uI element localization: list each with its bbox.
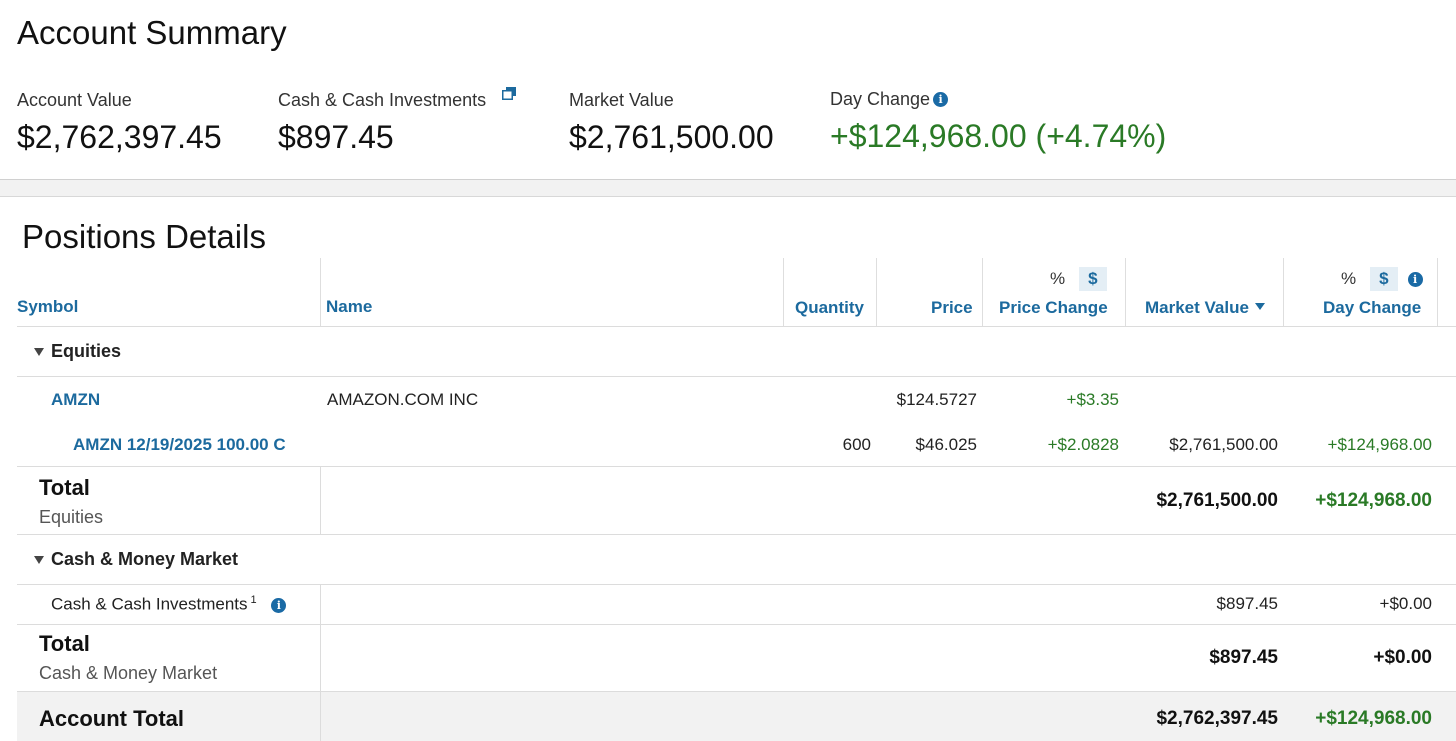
day-change-label: Day Change [830,89,931,109]
quantity-column-header[interactable]: Quantity [795,298,864,318]
column-separator [320,691,321,741]
sort-descending-icon [1254,303,1265,310]
column-separator [876,258,877,326]
info-icon[interactable]: i [1407,272,1423,287]
equities-total-market-value: $2,761,500.00 [1156,490,1278,511]
column-separator [982,258,983,326]
collapse-triangle-icon [34,347,44,356]
price-change-column-header[interactable]: Price Change [999,298,1108,318]
column-separator [320,584,321,624]
percent-toggle[interactable]: % [1050,269,1065,288]
account-value: $2,762,397.45 [17,119,222,155]
info-icon[interactable]: i [271,597,287,613]
column-separator [320,624,321,691]
cash-label: Cash & Cash Investments [278,90,487,110]
column-separator [783,258,784,326]
cash-group-label: Cash & Money Market [51,549,239,569]
account-total-label: Account Total [39,706,185,731]
quantity-cell: 600 [842,435,871,454]
percent-toggle[interactable]: % [1341,269,1356,288]
price-change-cell: +$2.0828 [1047,435,1119,454]
symbol-link-amzn[interactable]: AMZN [51,390,100,410]
equities-total-label: Total [39,475,90,500]
row-divider [17,466,1456,467]
row-divider [17,624,1456,625]
symbol-link-amzn-option[interactable]: AMZN 12/19/2025 100.00 C [73,435,286,455]
day-change-value: +$124,968.00 (+4.74%) [830,118,1167,154]
account-value-label: Account Value [17,90,132,110]
column-separator [320,466,321,534]
positions-details-title: Positions Details [22,218,266,255]
cash-total-label: Total [39,631,90,656]
market-value: $2,761,500.00 [569,119,774,155]
row-divider [17,691,1456,692]
day-change-metric: Day Change i +$124,968.00 (+4.74%) [830,89,1166,155]
price-change-toggle: % $ [1050,267,1107,291]
cash-investments-row-label: Cash & Cash Investments 1 i [51,594,287,615]
price-cell: $46.025 [915,435,977,454]
cash-group-toggle[interactable]: Cash & Money Market [34,549,238,570]
cash-day-change-cell: +$0.00 [1379,594,1432,613]
security-name: AMAZON.COM INC [327,390,479,409]
equities-total-sublabel: Equities [39,507,104,527]
footnote-marker: 1 [250,594,257,606]
section-divider [0,179,1456,197]
equities-group-toggle[interactable]: Equities [34,341,121,362]
day-change-label-row: Day Change i [830,89,1166,110]
symbol-column-header[interactable]: Symbol [17,297,78,317]
price-change-cell: +$3.35 [1066,390,1119,409]
cash-total-market-value: $897.45 [1209,647,1278,668]
cash-metric: Cash & Cash Investments $897.45 [278,87,517,156]
column-separator [320,258,321,326]
equities-group-label: Equities [51,341,122,361]
market-value-column-header[interactable]: Market Value [1145,298,1265,318]
cash-market-value-cell: $897.45 [1216,594,1278,613]
row-divider [17,376,1456,377]
cash-total-day-change: +$0.00 [1373,647,1432,668]
account-summary-panel: Account Summary Account Value $2,762,397… [0,0,1456,179]
dollar-toggle[interactable]: $ [1370,267,1398,291]
day-change-toggle: % $ i [1341,267,1423,291]
cash-investments-label: Cash & Cash Investments [51,594,248,614]
column-separator [1283,258,1284,326]
equities-total-day-change: +$124,968.00 [1315,490,1432,511]
header-divider [17,326,1456,327]
market-value-metric: Market Value $2,761,500.00 [569,90,774,156]
external-link-icon[interactable] [502,84,517,105]
column-separator [1125,258,1126,326]
row-divider [17,584,1456,585]
day-change-cell: +$124,968.00 [1327,435,1432,454]
info-icon[interactable]: i [933,92,949,107]
cash-total-sublabel: Cash & Money Market [39,663,218,683]
market-value-header-label: Market Value [1145,298,1249,317]
price-cell: $124.5727 [896,390,977,409]
account-value-metric: Account Value $2,762,397.45 [17,90,222,156]
name-column-header[interactable]: Name [326,297,372,317]
day-change-column-header[interactable]: Day Change [1323,298,1421,318]
cash-label-row: Cash & Cash Investments [278,87,517,111]
collapse-triangle-icon [34,555,44,564]
column-separator [1437,258,1438,326]
price-column-header[interactable]: Price [931,298,973,318]
account-total-market-value: $2,762,397.45 [1156,708,1278,729]
account-summary-title: Account Summary [17,14,287,51]
dollar-toggle[interactable]: $ [1079,267,1107,291]
market-value-label: Market Value [569,90,674,110]
account-total-day-change: +$124,968.00 [1315,708,1432,729]
row-divider [17,534,1456,535]
cash-value: $897.45 [278,119,394,155]
market-value-cell: $2,761,500.00 [1169,435,1278,454]
